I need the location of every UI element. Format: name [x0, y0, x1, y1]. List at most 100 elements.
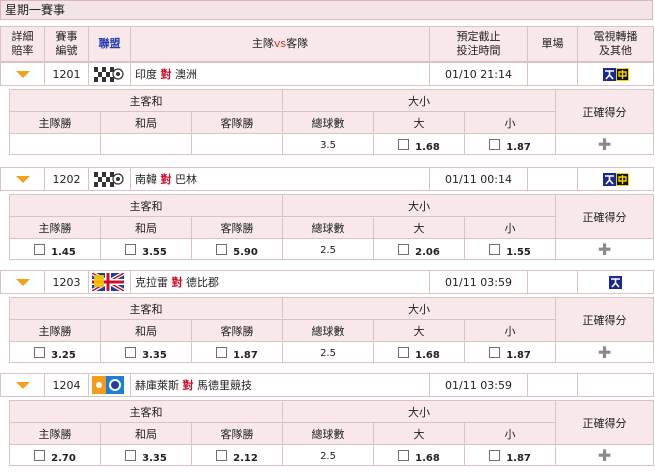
home-team: 南韓 — [135, 173, 157, 186]
away-win-odds: 2.12 — [190, 444, 284, 466]
bet-deadline: 01/10 21:14 — [429, 62, 528, 86]
odds-panel: 主客和 大小 正確得分 主隊勝 和局 客隊勝 總球數大小 1.45 3.55 5.90 2.5 2.0… — [8, 194, 655, 260]
correct-score-header: 正確得分 — [555, 297, 655, 342]
correct-score-header: 正確得分 — [555, 194, 655, 239]
big-odds-value: 1.68 — [415, 350, 440, 361]
home-away-header: 主客和 — [8, 400, 284, 423]
england-flag-icon — [91, 271, 125, 293]
league-logo[interactable] — [88, 270, 131, 294]
big-odds-checkbox[interactable] — [398, 244, 410, 255]
away-win-odds-value: 5.90 — [233, 247, 258, 258]
away-win-odds-checkbox[interactable] — [216, 450, 228, 461]
expand-odds-toggle[interactable] — [0, 167, 45, 191]
triangle-down-icon — [15, 71, 30, 78]
small-header: 小 — [464, 422, 557, 445]
small-odds: 1.87 — [464, 133, 557, 155]
over-under-header: 大小 — [282, 194, 557, 217]
match-teams: 赫庫萊斯 對 馬德里競技 — [130, 373, 430, 397]
channel-b-icon[interactable] — [615, 67, 629, 81]
away-win-odds-checkbox[interactable] — [216, 347, 228, 358]
bet-deadline: 01/11 03:59 — [429, 270, 528, 294]
total-goals-line: 2.5 — [282, 444, 375, 466]
away-win-odds: 5.90 — [190, 238, 284, 260]
correct-score-cell: ✚ — [555, 238, 655, 260]
draw-odds-value: 3.55 — [142, 247, 167, 258]
expand-odds-toggle[interactable] — [0, 270, 45, 294]
total-goals-line: 3.5 — [282, 133, 375, 155]
small-header: 小 — [464, 216, 557, 239]
match-teams: 克拉雷 對 德比郡 — [130, 270, 430, 294]
header-match-no: 賽事 編號 — [44, 26, 89, 62]
vs-label: 對 — [160, 68, 172, 81]
home-win-odds: 1.45 — [9, 238, 101, 260]
draw-odds-checkbox[interactable] — [125, 244, 137, 255]
tv-info — [577, 270, 654, 294]
home-win-odds-checkbox[interactable] — [34, 450, 46, 461]
home-away-header: 主客和 — [8, 297, 284, 320]
match-row: 1203 克拉雷 對 德比郡 01/11 03:59 — [0, 270, 654, 294]
big-header: 大 — [373, 111, 466, 134]
big-header: 大 — [373, 319, 466, 342]
correct-score-cell: ✚ — [555, 444, 655, 466]
expand-odds-toggle[interactable] — [0, 62, 45, 86]
match-teams: 印度 對 澳洲 — [130, 62, 430, 86]
home-team: 赫庫萊斯 — [135, 379, 179, 392]
home-win-odds-checkbox[interactable] — [34, 244, 46, 255]
plus-icon[interactable]: ✚ — [598, 240, 611, 259]
channel-a-icon[interactable] — [609, 275, 622, 289]
channel-a-icon[interactable] — [602, 172, 616, 186]
home-win-header: 主隊勝 — [9, 111, 101, 134]
over-under-header: 大小 — [282, 400, 557, 423]
draw-odds-checkbox[interactable] — [125, 347, 137, 358]
home-team: 克拉雷 — [135, 276, 168, 289]
expand-odds-toggle[interactable] — [0, 373, 45, 397]
draw-odds-checkbox[interactable] — [125, 450, 137, 461]
home-win-odds-checkbox[interactable] — [34, 347, 46, 358]
away-win-odds — [190, 133, 284, 155]
header-league[interactable]: 聯盟 — [88, 26, 131, 62]
league-logo[interactable] — [88, 373, 131, 397]
small-odds-checkbox[interactable] — [489, 139, 501, 150]
draw-odds-value: 3.35 — [142, 453, 167, 464]
away-team: 巴林 — [175, 173, 197, 186]
odds-panel: 主客和 大小 正確得分 主隊勝 和局 客隊勝 總球數大小 3.5 1.68 1.87 ✚ — [8, 89, 655, 155]
small-header: 小 — [464, 111, 557, 134]
match-teams: 南韓 對 巴林 — [130, 167, 430, 191]
big-odds-checkbox[interactable] — [398, 450, 410, 461]
big-odds-checkbox[interactable] — [398, 347, 410, 358]
small-odds-value: 1.87 — [506, 142, 531, 153]
small-odds: 1.55 — [464, 238, 557, 260]
small-odds: 1.87 — [464, 341, 557, 363]
tv-info — [577, 167, 654, 191]
draw-header: 和局 — [100, 319, 192, 342]
plus-icon[interactable]: ✚ — [598, 446, 611, 465]
small-odds-checkbox[interactable] — [489, 450, 501, 461]
header-tv: 電視轉播 及其他 — [577, 26, 654, 62]
channel-b-icon[interactable] — [615, 172, 629, 186]
triangle-down-icon — [15, 279, 30, 286]
away-win-odds: 1.87 — [190, 341, 284, 363]
small-header: 小 — [464, 319, 557, 342]
small-odds-checkbox[interactable] — [489, 244, 501, 255]
home-win-odds: 2.70 — [9, 444, 101, 466]
plus-icon[interactable]: ✚ — [598, 135, 611, 154]
big-odds-checkbox[interactable] — [398, 139, 410, 150]
home-away-header: 主客和 — [8, 194, 284, 217]
small-odds-checkbox[interactable] — [489, 347, 501, 358]
league-logo[interactable] — [88, 62, 131, 86]
away-win-odds-checkbox[interactable] — [216, 244, 228, 255]
away-win-odds-value: 1.87 — [233, 350, 258, 361]
draw-odds-value: 3.35 — [142, 350, 167, 361]
plus-icon[interactable]: ✚ — [598, 343, 611, 362]
big-odds-value: 2.06 — [415, 247, 440, 258]
small-odds-value: 1.55 — [506, 247, 531, 258]
big-odds: 1.68 — [373, 444, 466, 466]
league-logo[interactable] — [88, 167, 131, 191]
big-odds: 1.68 — [373, 133, 466, 155]
total-goals-line: 2.5 — [282, 238, 375, 260]
channel-a-icon[interactable] — [602, 67, 616, 81]
over-under-header: 大小 — [282, 89, 557, 112]
big-header: 大 — [373, 422, 466, 445]
home-win-header: 主隊勝 — [9, 422, 101, 445]
single-match-cell — [527, 62, 578, 86]
